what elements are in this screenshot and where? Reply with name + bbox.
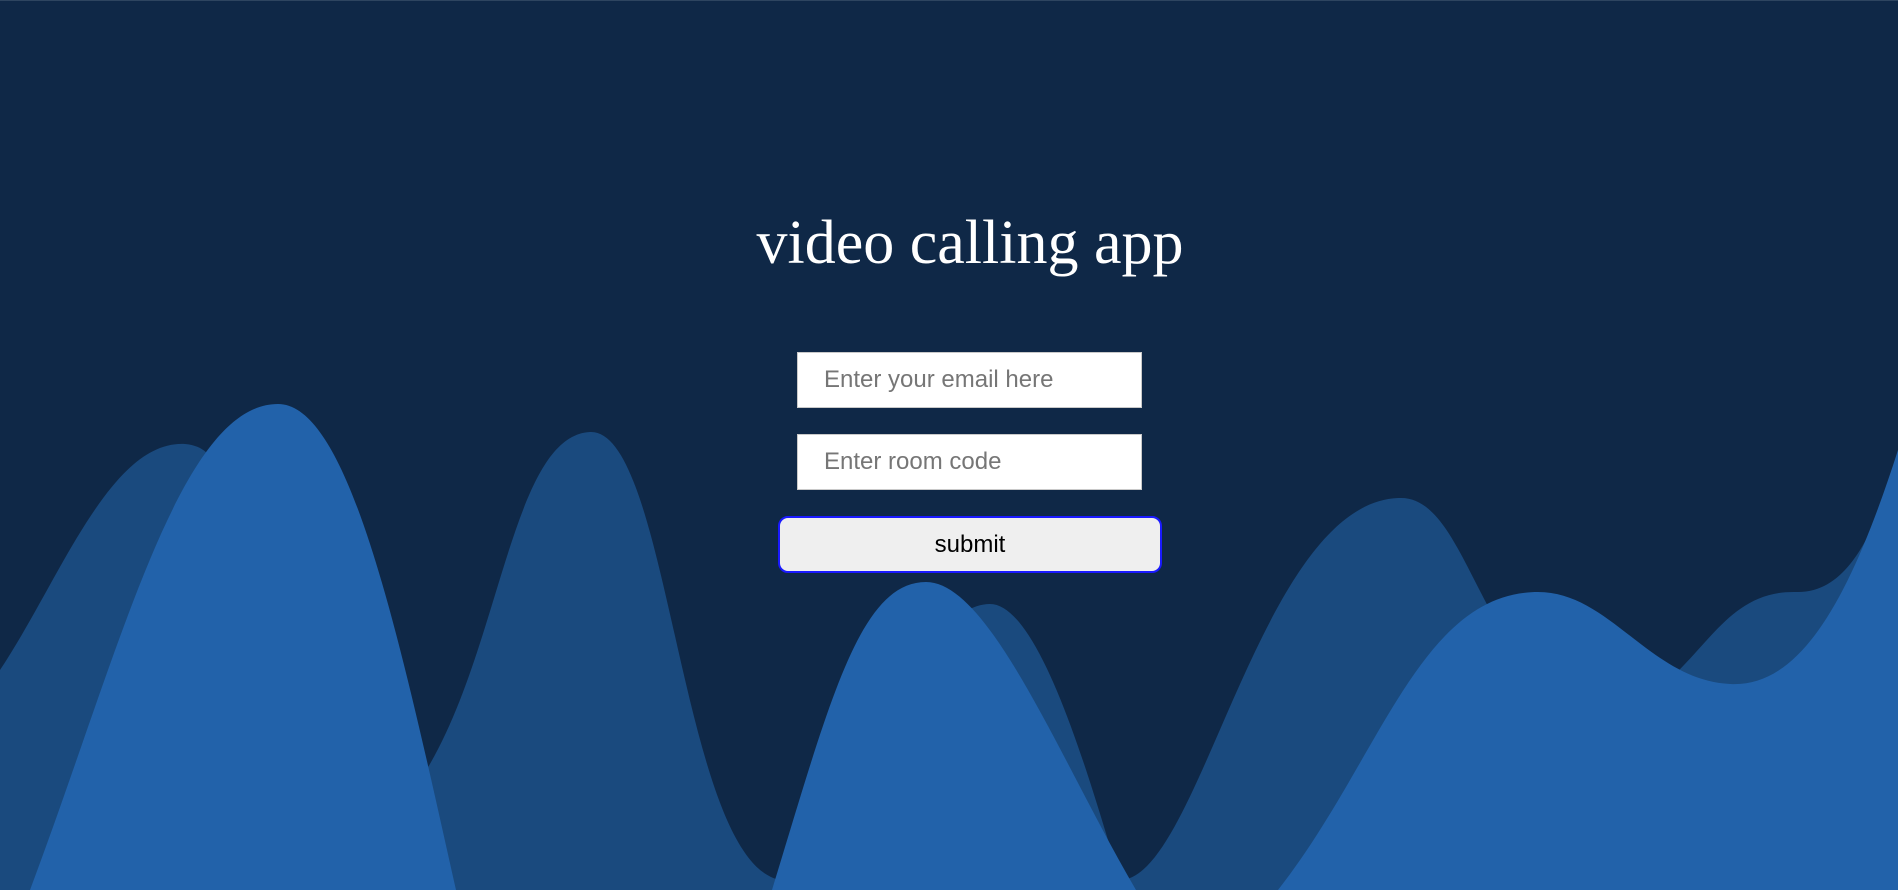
email-field[interactable] xyxy=(797,352,1142,408)
room-code-field[interactable] xyxy=(797,434,1142,490)
page: video calling app submit xyxy=(0,0,1898,890)
page-title: video calling app xyxy=(756,209,1184,277)
submit-button[interactable]: submit xyxy=(778,516,1162,573)
